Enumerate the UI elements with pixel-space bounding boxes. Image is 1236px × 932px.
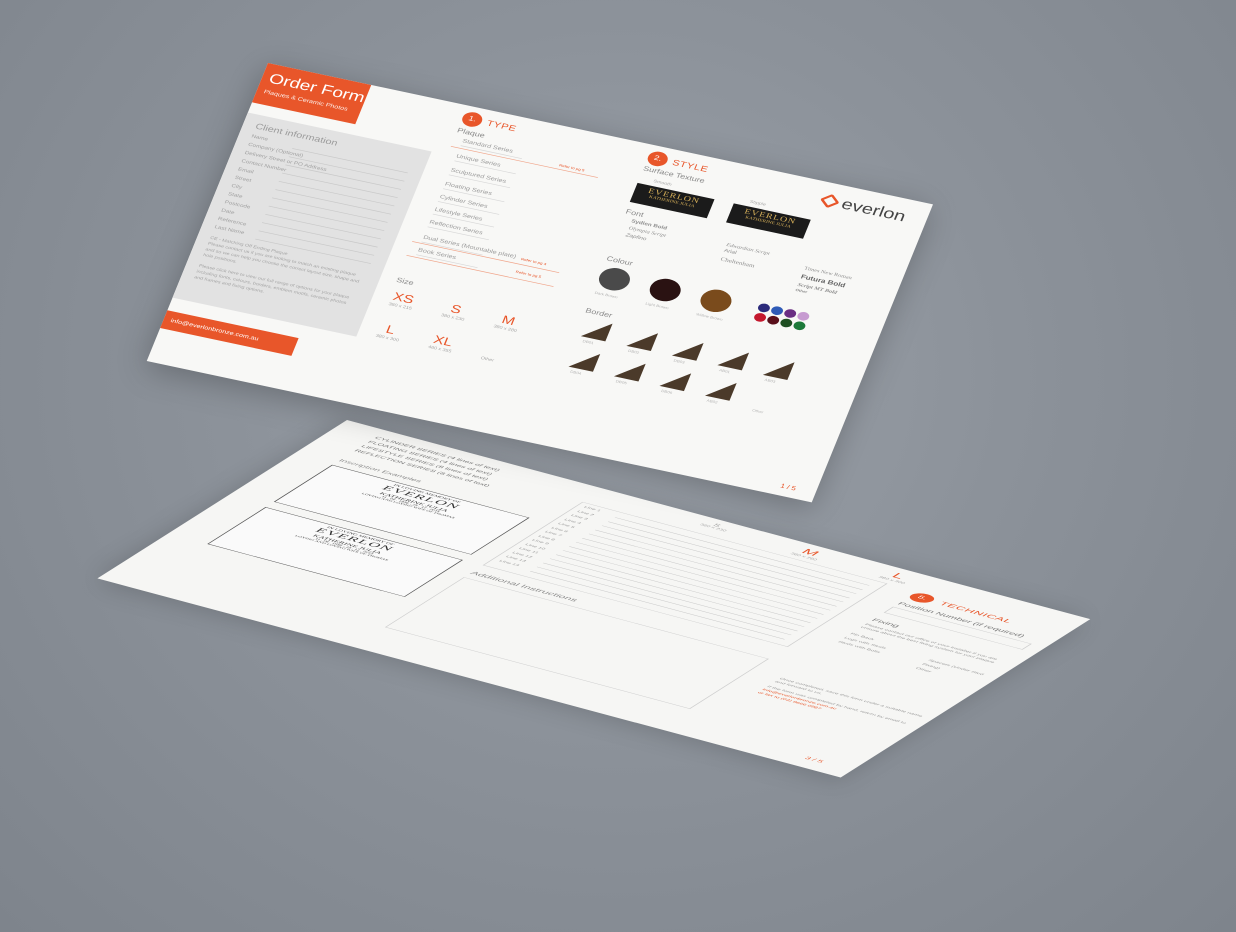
client-field-label: City — [230, 183, 243, 191]
border-code: AB01 — [718, 368, 731, 375]
client-field-label: Last Name — [213, 224, 246, 236]
border-code: AB02 — [705, 398, 719, 405]
font-option[interactable]: Arial — [723, 248, 737, 255]
size-other[interactable]: Other — [480, 356, 495, 363]
everlon-logo-icon — [820, 193, 840, 209]
border-corner-sample[interactable] — [717, 347, 750, 371]
colour-swatch[interactable] — [752, 312, 768, 323]
border-corner-sample[interactable] — [704, 377, 737, 401]
colour-name: Dark Brown — [593, 291, 619, 300]
plaque-label: Plaque — [455, 126, 486, 140]
border-code: DB02 — [627, 349, 640, 356]
border-code: AB03 — [763, 378, 777, 385]
page-number: 1 / 5 — [779, 482, 798, 492]
border-corner-sample[interactable] — [671, 337, 704, 361]
client-field-label: Date — [220, 208, 236, 216]
everlon-logo: everlon — [818, 191, 909, 225]
border-corner-sample[interactable] — [580, 318, 613, 342]
border-code: DB04 — [569, 369, 582, 376]
size-l[interactable]: L 380 x 300 — [375, 321, 405, 343]
mockup-scene: CYLINDER SERIES (4 lines of text) FLOATI… — [0, 0, 1236, 932]
size-xl[interactable]: XL 460 x 355 — [427, 333, 457, 354]
client-field-label: Postcode — [223, 200, 252, 210]
font-option[interactable]: Cheltenham — [720, 256, 756, 269]
order-form-header: Order Form Plaques & Ceramic Photos — [252, 63, 372, 125]
border-code: DB01 — [581, 339, 595, 346]
colour-swatch[interactable] — [696, 286, 736, 315]
type-divider — [412, 241, 560, 273]
order-form-page-1: Order Form Plaques & Ceramic Photos Clie… — [146, 63, 934, 503]
size-title: Size — [395, 276, 415, 288]
size-s[interactable]: S 380 x 230 — [698, 520, 732, 533]
order-form-page-3: CYLINDER SERIES (4 lines of text) FLOATI… — [97, 420, 1091, 778]
type-title: TYPE — [485, 118, 519, 134]
section-5-badge: 5. — [905, 591, 939, 605]
colour-swatch[interactable] — [778, 317, 794, 329]
colour-swatch[interactable] — [756, 302, 772, 314]
client-field-label: Email — [237, 167, 255, 175]
border-code: DB06 — [660, 389, 673, 396]
border-code: DB05 — [614, 379, 628, 386]
border-corner-sample[interactable] — [568, 348, 601, 372]
colour-swatch[interactable] — [769, 305, 785, 317]
client-field-label: Street — [233, 175, 252, 184]
position-number-field[interactable] — [883, 606, 1032, 650]
border-corner-sample[interactable] — [626, 328, 659, 352]
size-xs[interactable]: XS 380 x 215 — [388, 290, 418, 311]
stipple-texture-swatch[interactable]: EVERLON KATHERINE JULIA — [726, 203, 811, 239]
size-m[interactable]: M 380 x 280 — [493, 312, 523, 333]
size-s[interactable]: S 380 x 230 — [440, 301, 470, 322]
font-option[interactable]: Zapfino — [625, 233, 647, 242]
border-corner-sample[interactable] — [762, 357, 795, 381]
colour-name: Light Brown — [644, 301, 670, 311]
client-field-label: Name — [250, 134, 269, 142]
section-1-badge: 1. — [459, 110, 485, 129]
contact-instructions: Once completed, save this form under a s… — [755, 677, 928, 733]
client-field-label: State — [227, 191, 244, 200]
colour-swatch[interactable] — [782, 308, 798, 319]
border-code: DB03 — [672, 358, 686, 365]
colour-name: Willow Brown — [695, 312, 724, 322]
colour-swatch[interactable] — [765, 314, 781, 326]
page-number: 3 / 5 — [803, 755, 826, 764]
border-corner-sample[interactable] — [613, 358, 646, 382]
border-corner-sample[interactable] — [659, 368, 692, 392]
colour-swatch[interactable] — [645, 276, 685, 304]
border-code: Other — [751, 408, 764, 415]
colour-swatch[interactable] — [595, 265, 634, 294]
colour-swatch[interactable] — [795, 310, 811, 322]
font-title: Font — [624, 208, 645, 219]
font-option[interactable]: Other — [795, 288, 808, 294]
brand-name: everlon — [838, 195, 909, 225]
colour-title: Colour — [605, 255, 634, 268]
colour-swatch[interactable] — [792, 320, 807, 332]
